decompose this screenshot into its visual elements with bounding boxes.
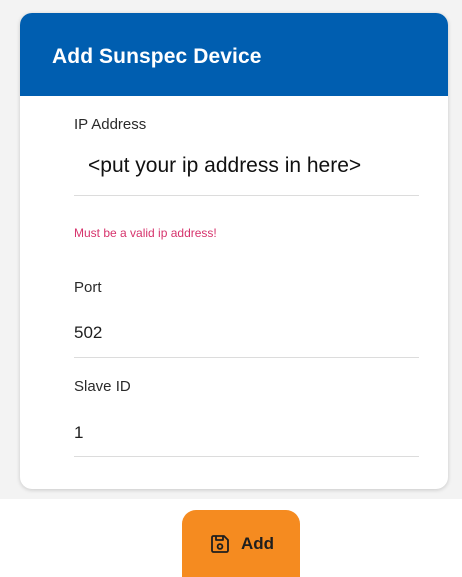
add-button-label: Add [240,533,275,553]
slave-id-value: 1 [74,423,84,442]
save-icon [211,534,229,553]
port-value: 502 [74,323,103,342]
add-device-dialog: Add Sunspec Device IP Address <put your … [20,13,448,489]
slave-id-field[interactable]: 1 [74,408,419,457]
add-button[interactable]: Add [182,510,300,577]
port-label: Port [74,279,102,296]
dialog-header: Add Sunspec Device [20,13,448,96]
port-field[interactable]: 502 [74,308,419,358]
slave-id-label: Slave ID [74,378,131,395]
ip-address-value: <put your ip address in here> [88,154,362,177]
ip-address-field[interactable]: <put your ip address in here> [74,141,419,196]
dialog-title: Add Sunspec Device [52,45,262,68]
ip-address-label: IP Address [74,116,147,133]
ip-address-error: Must be a valid ip address! [74,226,217,240]
